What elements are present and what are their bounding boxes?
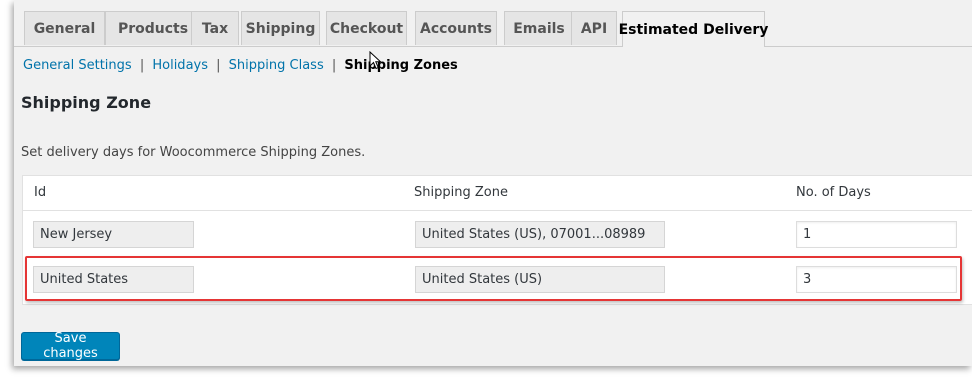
zone-id-field: United States: [33, 266, 194, 293]
subnav-separator: |: [331, 58, 337, 73]
subnav: General Settings | Holidays | Shipping C…: [23, 58, 458, 73]
page-title: Shipping Zone: [21, 93, 152, 112]
tab-checkout[interactable]: Checkout: [326, 11, 407, 45]
section-description: Set delivery days for Woocommerce Shippi…: [21, 145, 366, 160]
days-input[interactable]: 3: [796, 266, 957, 293]
save-changes-button[interactable]: Save changes: [21, 331, 120, 361]
tab-estimated-delivery[interactable]: Estimated Delivery: [619, 11, 768, 47]
tab-bar: General Products Tax Shipping Checkout A…: [14, 0, 972, 47]
subnav-separator: |: [216, 58, 221, 73]
tab-accounts[interactable]: Accounts: [415, 11, 497, 45]
zone-name-field: United States (US), 07001...08989: [415, 221, 665, 248]
tab-products[interactable]: Products: [105, 11, 201, 45]
subnav-general-settings[interactable]: General Settings: [23, 58, 132, 73]
tab-tax[interactable]: Tax: [191, 11, 239, 45]
header-divider: [23, 210, 972, 211]
days-input[interactable]: 1: [796, 221, 957, 248]
mouse-cursor-icon: [369, 51, 382, 70]
tab-shipping[interactable]: Shipping: [241, 11, 320, 45]
column-header-days: No. of Days: [796, 185, 871, 200]
subnav-separator: |: [139, 58, 145, 73]
tab-emails[interactable]: Emails: [504, 11, 574, 45]
subnav-holidays[interactable]: Holidays: [152, 58, 208, 73]
tab-api[interactable]: API: [571, 11, 617, 45]
column-header-id: Id: [34, 185, 47, 200]
zone-id-field: New Jersey: [33, 221, 194, 248]
tab-general[interactable]: General: [24, 11, 105, 45]
zone-name-field: United States (US): [415, 266, 665, 293]
shipping-zone-table: Id Shipping Zone No. of Days New Jersey …: [22, 175, 972, 305]
subnav-shipping-zones[interactable]: Shipping Zones: [344, 58, 457, 73]
subnav-shipping-class[interactable]: Shipping Class: [229, 58, 324, 73]
column-header-shipping-zone: Shipping Zone: [414, 185, 508, 200]
